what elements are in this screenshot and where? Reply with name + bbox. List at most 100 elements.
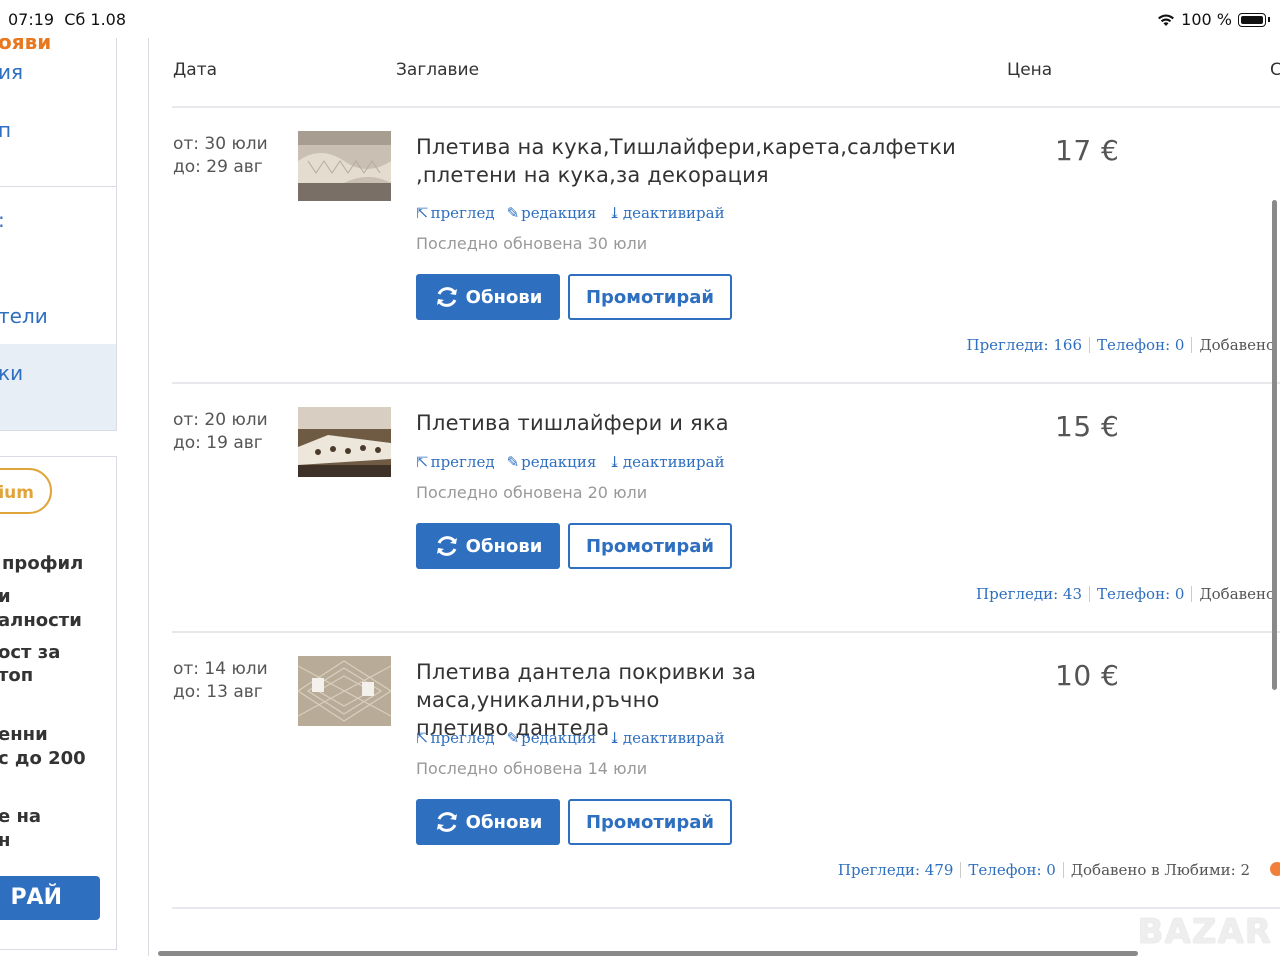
- listing-thumbnail[interactable]: [298, 131, 391, 201]
- refresh-icon: [436, 536, 457, 556]
- listing-stats: Прегледи: 166 Телефон: 0 Добавено: [967, 336, 1276, 354]
- stat-phone: Телефон: 0: [968, 861, 1056, 879]
- last-updated: Последно обновена 30 юли: [416, 234, 648, 253]
- sidebar-item-4[interactable]: і: [0, 276, 2, 300]
- sidebar-item-3: :: [0, 208, 5, 232]
- premium-feature-4: ост за: [0, 642, 61, 663]
- download-icon: ⤓: [608, 453, 621, 471]
- title-line: ,плетени на кука,за декорация: [416, 163, 769, 187]
- title-line: Плетива на кука,Тишлайфери,карета,салфет…: [416, 135, 956, 159]
- date-text: Сб 1.08: [64, 10, 127, 29]
- sidebar-item-2[interactable]: п: [0, 118, 11, 142]
- deactivate-link[interactable]: ⤓ деактивирай: [608, 204, 724, 222]
- premium-feature-2: и: [0, 586, 11, 607]
- status-time: 07:19 Сб 1.08: [8, 10, 126, 29]
- bazar-watermark: BAZAR: [1137, 912, 1272, 952]
- listing-thumbnail[interactable]: [298, 407, 391, 477]
- title-line: Плетива тишлайфери и яка: [416, 411, 729, 435]
- listing-stats: Прегледи: 479 Телефон: 0 Добавено в Люби…: [838, 861, 1250, 879]
- promote-button[interactable]: Промотирай: [568, 799, 732, 845]
- listing-dates: от: 14 юли до: 13 авг: [173, 658, 268, 704]
- sidebar-item-6[interactable]: ки: [0, 361, 23, 385]
- deactivate-label: деактивирай: [622, 453, 725, 471]
- date-from: от: 30 юли: [173, 134, 268, 154]
- col-header-title: Заглавие: [396, 60, 480, 80]
- sidebar-divider: [0, 186, 116, 187]
- premium-feature-6: енни: [0, 724, 48, 745]
- view-label: преглед: [430, 453, 495, 471]
- horizontal-scrollbar[interactable]: [158, 951, 1138, 956]
- external-link-icon: ⇱: [416, 729, 429, 747]
- date-to: до: 29 авг: [173, 157, 263, 177]
- update-label: Обнови: [465, 535, 543, 557]
- stat-separator: [1062, 862, 1064, 878]
- download-icon: ⤓: [608, 729, 621, 747]
- listing-title[interactable]: Плетива тишлайфери и яка: [416, 409, 1006, 437]
- status-right: 100 %: [1157, 10, 1270, 29]
- edit-link[interactable]: ✎ редакция: [507, 729, 597, 747]
- sidebar-item-1[interactable]: ия: [0, 60, 23, 84]
- view-link[interactable]: ⇱ преглед: [416, 204, 495, 222]
- stat-views: Прегледи: 479: [837, 861, 954, 879]
- premium-feature-3: алности: [0, 610, 82, 631]
- col-header-extra: С: [1270, 60, 1280, 80]
- date-from: от: 20 юли: [173, 410, 268, 430]
- view-link[interactable]: ⇱ преглед: [416, 729, 495, 747]
- edit-label: редакция: [521, 453, 597, 471]
- update-button[interactable]: Обнови: [416, 523, 560, 569]
- listing-thumbnail[interactable]: [296, 656, 393, 726]
- date-to: до: 19 авг: [173, 433, 263, 453]
- stat-separator: [1191, 586, 1193, 602]
- stat-favorites: Добавено в Любими: 2: [1070, 861, 1250, 879]
- external-link-icon: ⇱: [416, 453, 429, 471]
- date-from: от: 14 юли: [173, 659, 268, 679]
- title-line: Плетива дантела покривки за маса,уникалн…: [416, 660, 757, 712]
- stat-phone: Телефон: 0: [1097, 585, 1185, 603]
- update-button[interactable]: Обнови: [416, 799, 560, 845]
- update-button[interactable]: Обнови: [416, 274, 560, 320]
- update-label: Обнови: [465, 811, 543, 833]
- stat-separator: [1191, 337, 1193, 353]
- vertical-scrollbar[interactable]: [1272, 200, 1277, 690]
- view-label: преглед: [430, 729, 495, 747]
- deactivate-label: деактивирай: [622, 204, 725, 222]
- stat-phone: Телефон: 0: [1097, 336, 1185, 354]
- deactivate-link[interactable]: ⤓ деактивирай: [608, 729, 724, 747]
- view-label: преглед: [430, 204, 495, 222]
- refresh-icon: [436, 812, 457, 832]
- listing-dates: от: 30 юли до: 29 авг: [173, 133, 268, 179]
- stat-separator: [960, 862, 962, 878]
- listing-stats: Прегледи: 43 Телефон: 0 Добавено: [976, 585, 1275, 603]
- premium-feature-7: с до 200: [0, 748, 86, 769]
- stat-views: Прегледи: 43: [976, 585, 1083, 603]
- premium-activate-button[interactable]: РАЙ: [0, 876, 100, 920]
- edit-link[interactable]: ✎ редакция: [507, 453, 597, 471]
- status-bar: 07:19 Сб 1.08 100 %: [0, 0, 1280, 38]
- battery-tip: [1268, 17, 1270, 22]
- stat-separator: [1089, 337, 1091, 353]
- listing-title[interactable]: Плетива на кука,Тишлайфери,карета,салфет…: [416, 133, 1006, 189]
- update-label: Обнови: [465, 286, 543, 308]
- date-to: до: 13 авг: [173, 682, 263, 702]
- wifi-icon: [1157, 13, 1175, 27]
- view-link[interactable]: ⇱ преглед: [416, 453, 495, 471]
- premium-feature-5: топ: [0, 665, 34, 686]
- pencil-icon: ✎: [506, 453, 520, 471]
- edit-label: редакция: [521, 729, 597, 747]
- promote-button[interactable]: Промотирай: [568, 274, 732, 320]
- stat-views: Прегледи: 166: [966, 336, 1083, 354]
- edit-link[interactable]: ✎ редакция: [507, 204, 597, 222]
- header-divider: [172, 106, 1280, 108]
- premium-feature-9: н: [0, 830, 11, 851]
- premium-feature-1: профил: [2, 553, 84, 574]
- battery-percent: 100 %: [1181, 10, 1232, 29]
- stat-favorites: Добавено: [1199, 336, 1275, 354]
- listing-actions: ⇱ преглед ✎ редакция ⤓ деактивирай: [416, 453, 725, 471]
- deactivate-link[interactable]: ⤓ деактивирай: [608, 453, 724, 471]
- listing-dates: от: 20 юли до: 19 авг: [173, 409, 268, 455]
- battery-icon: [1238, 12, 1266, 27]
- row-divider: [172, 907, 1280, 909]
- promote-button[interactable]: Промотирай: [568, 523, 732, 569]
- stat-favorites: Добавено: [1199, 585, 1275, 603]
- sidebar-item-5[interactable]: тели: [0, 304, 48, 328]
